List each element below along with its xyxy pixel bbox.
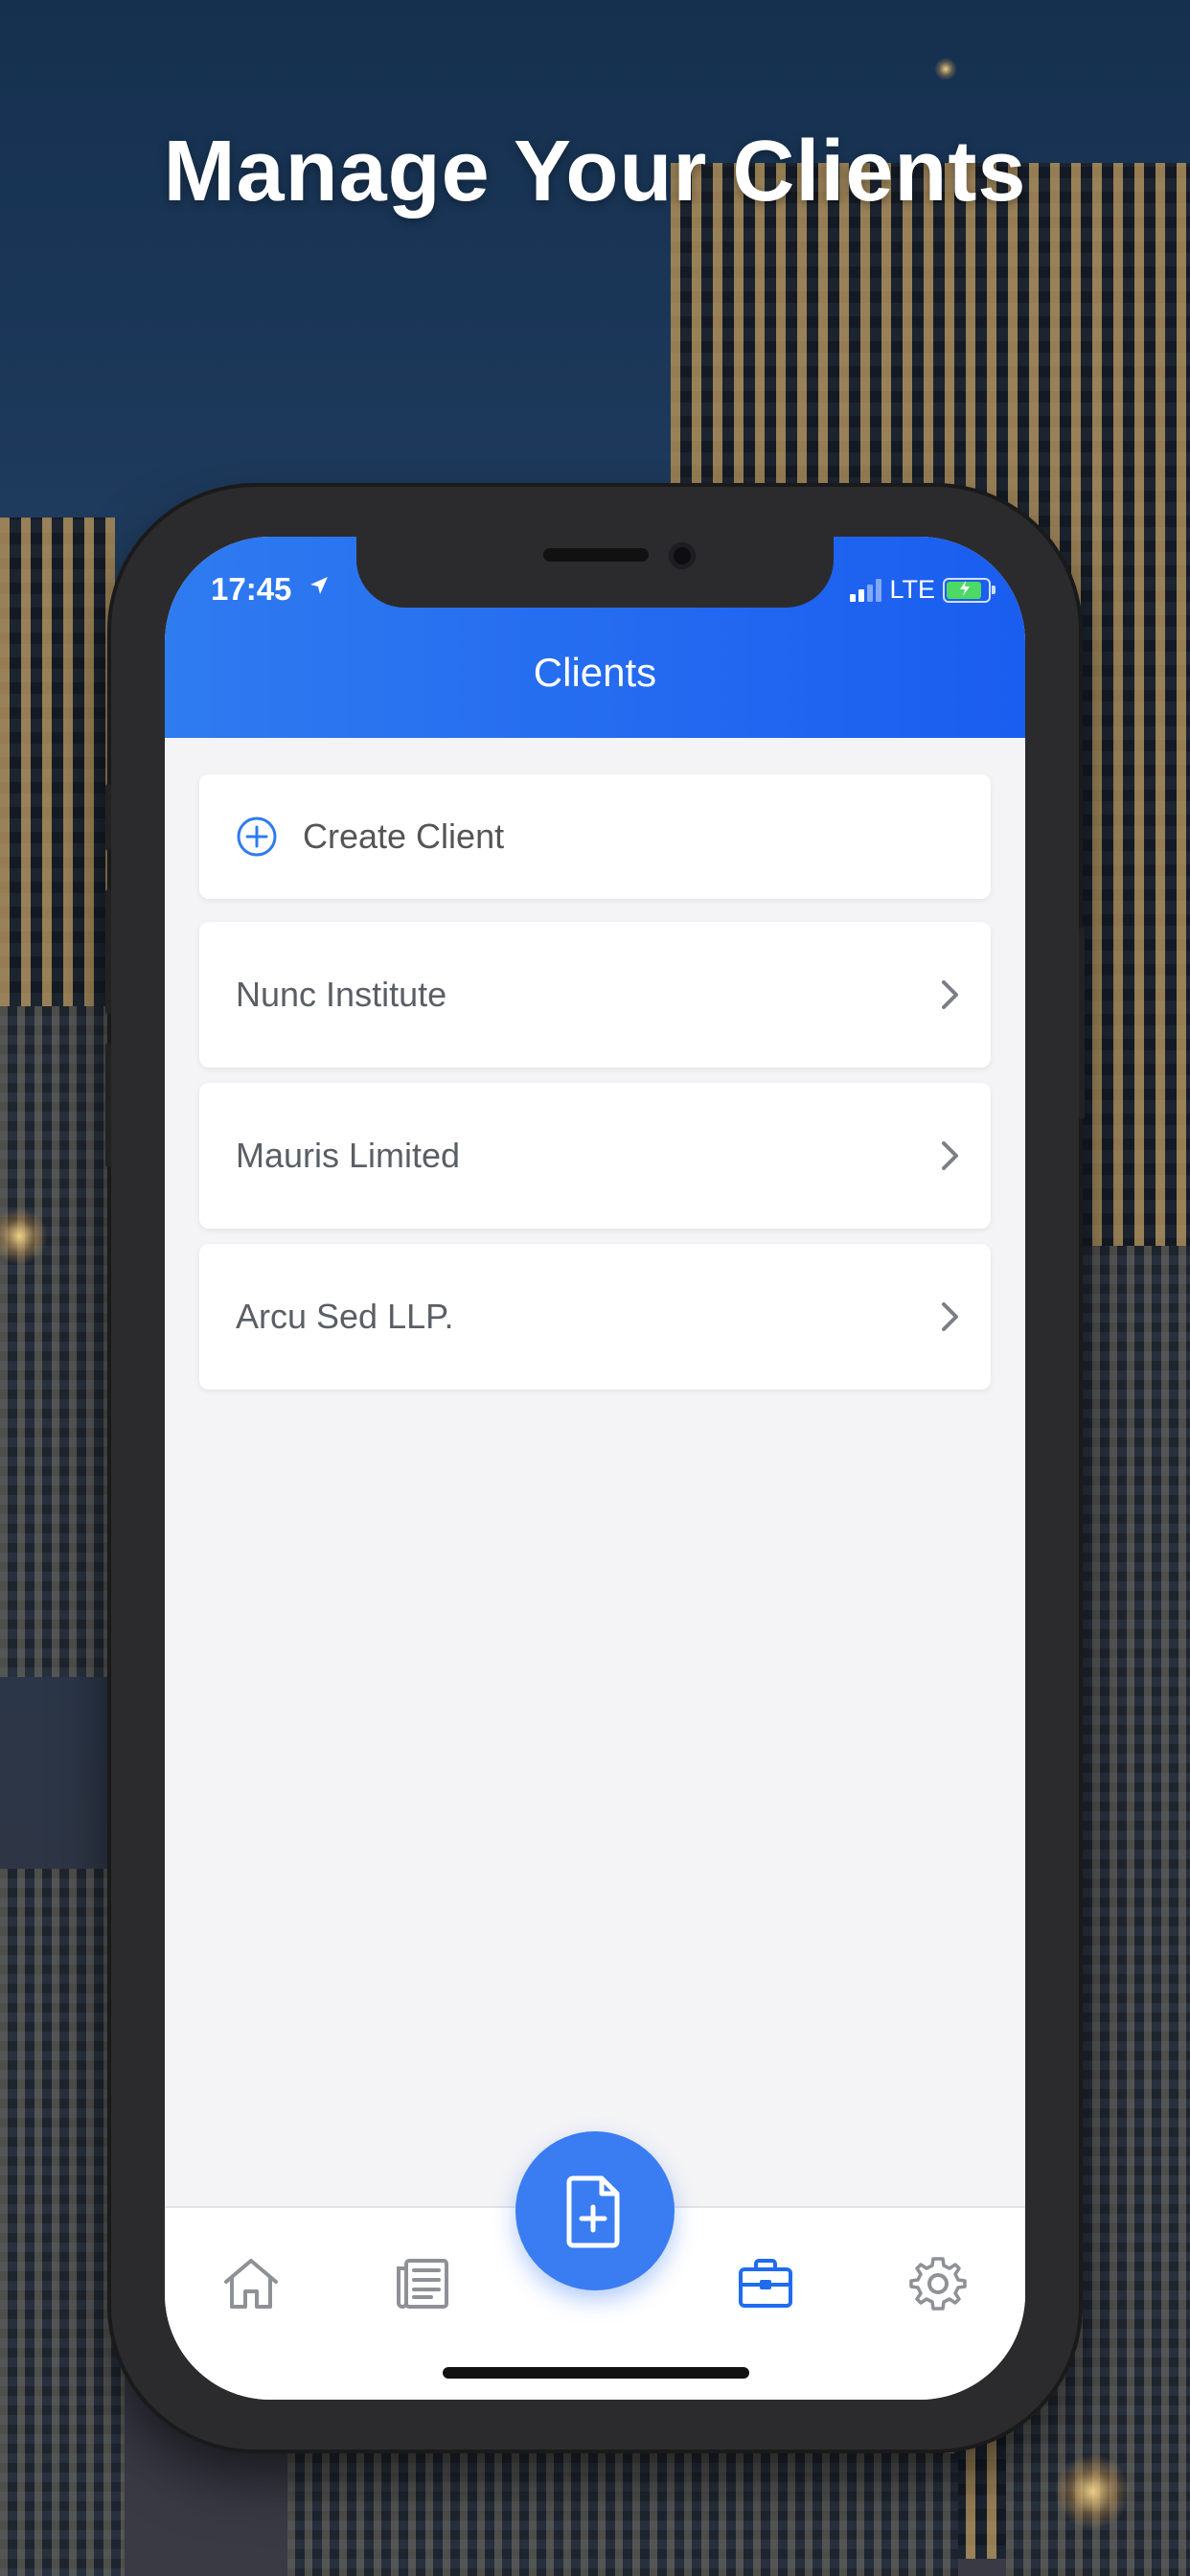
status-indicators: LTE bbox=[850, 575, 995, 605]
chevron-right-icon bbox=[942, 1302, 958, 1331]
notch bbox=[356, 537, 834, 608]
network-label: LTE bbox=[889, 575, 935, 604]
marketing-headline: Manage Your Clients bbox=[163, 124, 1027, 219]
signal-icon bbox=[850, 578, 882, 602]
newspaper-icon bbox=[397, 2259, 448, 2309]
briefcase-icon bbox=[739, 2259, 792, 2308]
tab-news[interactable] bbox=[388, 2250, 455, 2317]
home-indicator[interactable] bbox=[443, 2367, 749, 2379]
new-document-button[interactable] bbox=[515, 2131, 675, 2290]
client-name: Nunc Institute bbox=[236, 975, 447, 1014]
status-time: 17:45 bbox=[211, 571, 292, 607]
tab-home[interactable] bbox=[217, 2250, 285, 2317]
location-arrow-icon bbox=[309, 575, 330, 601]
client-name: Mauris Limited bbox=[236, 1136, 461, 1175]
client-list-item[interactable]: Arcu Sed LLP. bbox=[199, 1244, 991, 1390]
chevron-right-icon bbox=[942, 1141, 958, 1170]
tab-settings[interactable] bbox=[904, 2250, 972, 2317]
phone-screen: 17:45 LTE Clients Create Client Nunc Ins… bbox=[165, 537, 1025, 2400]
new-document-icon bbox=[566, 2175, 620, 2248]
client-name: Arcu Sed LLP. bbox=[236, 1297, 454, 1336]
plus-circle-icon bbox=[237, 816, 277, 857]
page-title: Clients bbox=[533, 650, 657, 695]
battery-icon bbox=[943, 577, 995, 603]
client-list-item[interactable]: Mauris Limited bbox=[199, 1083, 991, 1229]
create-client-label: Create Client bbox=[303, 816, 505, 856]
phone-frame: 17:45 LTE Clients Create Client Nunc Ins… bbox=[105, 487, 1085, 2450]
client-list-item[interactable]: Nunc Institute bbox=[199, 922, 991, 1068]
create-client-button[interactable]: Create Client bbox=[199, 774, 991, 899]
tab-clients[interactable] bbox=[732, 2250, 799, 2317]
home-icon bbox=[224, 2259, 278, 2309]
gear-icon bbox=[909, 2257, 967, 2311]
chevron-right-icon bbox=[942, 980, 958, 1009]
